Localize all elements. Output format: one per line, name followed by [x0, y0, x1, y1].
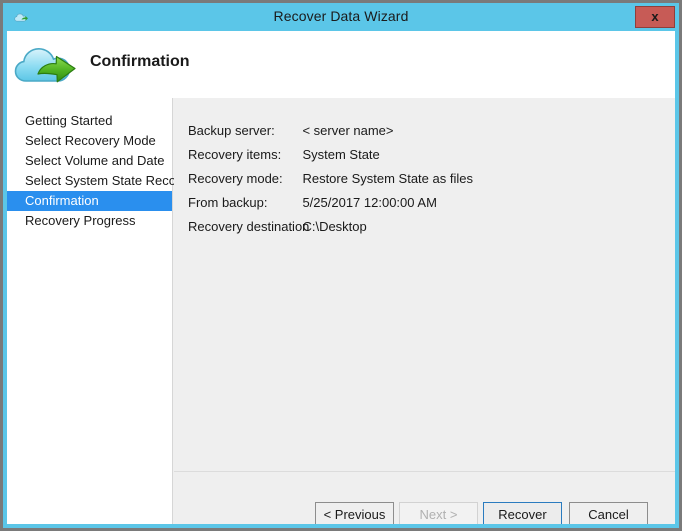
field-value-from-backup: 5/25/2017 12:00:00 AM — [302, 195, 437, 210]
client-area: Confirmation Getting Started Select Reco… — [7, 31, 675, 524]
cloud-with-green-arrow-icon — [12, 37, 80, 89]
field-value-backup-server: < server name> — [302, 123, 394, 138]
field-label-from-backup: From backup: — [188, 195, 268, 210]
field-label-recovery-mode: Recovery mode: — [188, 171, 283, 186]
cancel-button[interactable]: Cancel — [569, 502, 648, 524]
field-value-recovery-items: System State — [302, 147, 380, 162]
recover-data-wizard-window: Recover Data Wizard x Confirmation Getti… — [0, 0, 682, 531]
window-title: Recover Data Wizard — [273, 8, 409, 24]
next-button: Next > — [399, 502, 478, 524]
field-row-recovery-destination: Recovery destination C:\Desktop — [188, 215, 665, 239]
field-value-recovery-mode: Restore System State as files — [302, 171, 473, 186]
window-frame-inner: Recover Data Wizard x Confirmation Getti… — [3, 3, 679, 528]
confirmation-panel: Backup server: < server name> Recovery i… — [174, 98, 675, 524]
previous-button[interactable]: < Previous — [315, 502, 394, 524]
page-title: Confirmation — [90, 53, 190, 70]
field-label-recovery-destination: Recovery destination — [188, 219, 310, 234]
wizard-steps-sidebar: Getting Started Select Recovery Mode Sel… — [7, 98, 187, 524]
sidebar-item-getting-started[interactable]: Getting Started — [7, 111, 172, 131]
sidebar-item-select-volume-and-date[interactable]: Select Volume and Date — [7, 151, 172, 171]
field-row-backup-server: Backup server: < server name> — [188, 119, 665, 143]
sidebar-item-recovery-progress[interactable]: Recovery Progress — [7, 211, 172, 231]
sidebar-item-select-system-state-recovery[interactable]: Select System State Reco... — [7, 171, 187, 191]
button-bar: < Previous Next > Recover Cancel — [174, 472, 675, 524]
field-row-recovery-items: Recovery items: System State — [188, 143, 665, 167]
recover-button[interactable]: Recover — [483, 502, 562, 524]
close-button[interactable]: x — [635, 6, 675, 28]
field-row-recovery-mode: Recovery mode: Restore System State as f… — [188, 167, 665, 191]
field-label-backup-server: Backup server: — [188, 123, 275, 138]
field-row-from-backup: From backup: 5/25/2017 12:00:00 AM — [188, 191, 665, 215]
wizard-header: Confirmation — [7, 31, 675, 98]
sidebar-item-select-recovery-mode[interactable]: Select Recovery Mode — [7, 131, 172, 151]
title-bar: Recover Data Wizard x — [3, 3, 679, 31]
summary-fields: Backup server: < server name> Recovery i… — [188, 119, 665, 239]
field-label-recovery-items: Recovery items: — [188, 147, 282, 162]
sidebar-item-confirmation[interactable]: Confirmation — [7, 191, 172, 211]
field-value-recovery-destination: C:\Desktop — [302, 219, 367, 234]
